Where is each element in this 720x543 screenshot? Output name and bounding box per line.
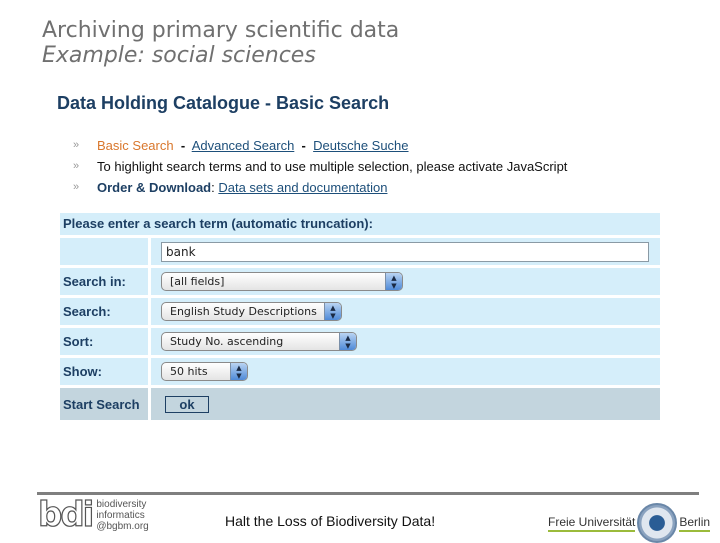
university-seal-icon: [637, 503, 678, 543]
search-type-select[interactable]: English Study Descriptions ▲ ▼: [161, 302, 342, 321]
search-in-value: [all fields]: [170, 275, 225, 288]
show-value: 50 hits: [170, 365, 208, 378]
search-type-row: Search: English Study Descriptions ▲ ▼: [60, 298, 660, 325]
search-form: Please enter a search term (automatic tr…: [60, 213, 660, 423]
advanced-search-link[interactable]: Advanced Search: [192, 138, 295, 153]
show-select[interactable]: 50 hits ▲ ▼: [161, 362, 248, 381]
up-down-arrows-icon: ▲ ▼: [230, 363, 247, 380]
nav-bullet: » Basic Search - Advanced Search - Deuts…: [73, 136, 567, 157]
empty-label: [60, 238, 148, 265]
show-row: Show: 50 hits ▲ ▼: [60, 358, 660, 385]
separator: -: [297, 138, 310, 153]
start-search-label: Start Search: [60, 388, 148, 420]
sort-row: Sort: Study No. ascending ▲ ▼: [60, 328, 660, 355]
footer-slogan: Halt the Loss of Biodiversity Data!: [225, 513, 436, 529]
ok-button[interactable]: ok: [165, 395, 209, 413]
order-label: Order & Download: [97, 180, 212, 195]
footer-divider: [37, 492, 699, 495]
tab-basic-search[interactable]: Basic Search: [97, 138, 174, 153]
slide-title: Archiving primary scientific data: [42, 18, 400, 43]
order-bullet: » Order & Download: Data sets and docume…: [73, 178, 567, 199]
sort-label: Sort:: [60, 328, 148, 355]
search-term-row: [60, 238, 660, 265]
separator: -: [177, 138, 189, 153]
search-type-label: Search:: [60, 298, 148, 325]
bdi-line: informatics: [96, 509, 145, 521]
search-term-cell: [151, 238, 660, 265]
sort-select[interactable]: Study No. ascending ▲ ▼: [161, 332, 357, 351]
bdi-line: biodiversity: [96, 498, 147, 510]
fu-city: Berlin: [679, 515, 711, 532]
up-down-arrows-icon: ▲ ▼: [339, 333, 356, 350]
javascript-notice: To highlight search terms and to use mul…: [97, 159, 568, 174]
sort-value: Study No. ascending: [170, 335, 284, 348]
deutsche-suche-link[interactable]: Deutsche Suche: [313, 138, 408, 153]
chevron-right-icon: »: [73, 139, 80, 151]
datasets-documentation-link[interactable]: Data sets and documentation: [218, 180, 387, 195]
slide-subtitle: Example: social sciences: [42, 43, 316, 68]
search-in-row: Search in: [all fields] ▲ ▼: [60, 268, 660, 295]
page-heading: Data Holding Catalogue - Basic Search: [57, 93, 390, 113]
chevron-right-icon: »: [73, 160, 80, 172]
show-label: Show:: [60, 358, 148, 385]
bdi-wordmark: biodiversity informatics @bgbm.org: [96, 499, 148, 532]
search-type-value: English Study Descriptions: [170, 305, 317, 318]
bdi-line: @bgbm.org: [96, 520, 149, 532]
search-term-input[interactable]: [161, 241, 649, 262]
chevron-right-icon: »: [73, 181, 80, 193]
fu-name: Freie Universität: [548, 515, 636, 532]
notice-bullet: » To highlight search terms and to use m…: [73, 157, 567, 178]
up-down-arrows-icon: ▲ ▼: [385, 273, 402, 290]
nav-list: » Basic Search - Advanced Search - Deuts…: [73, 136, 567, 199]
fu-berlin-logo: Freie Universität Berlin: [548, 503, 711, 543]
search-in-label: Search in:: [60, 268, 148, 295]
search-in-select[interactable]: [all fields] ▲ ▼: [161, 272, 403, 291]
bdi-logo: bdi biodiversity informatics @bgbm.org: [37, 495, 148, 535]
form-header: Please enter a search term (automatic tr…: [60, 213, 660, 235]
up-down-arrows-icon: ▲ ▼: [324, 303, 341, 320]
start-search-row: Start Search ok: [60, 388, 660, 420]
bdi-mark: bdi: [37, 495, 95, 535]
